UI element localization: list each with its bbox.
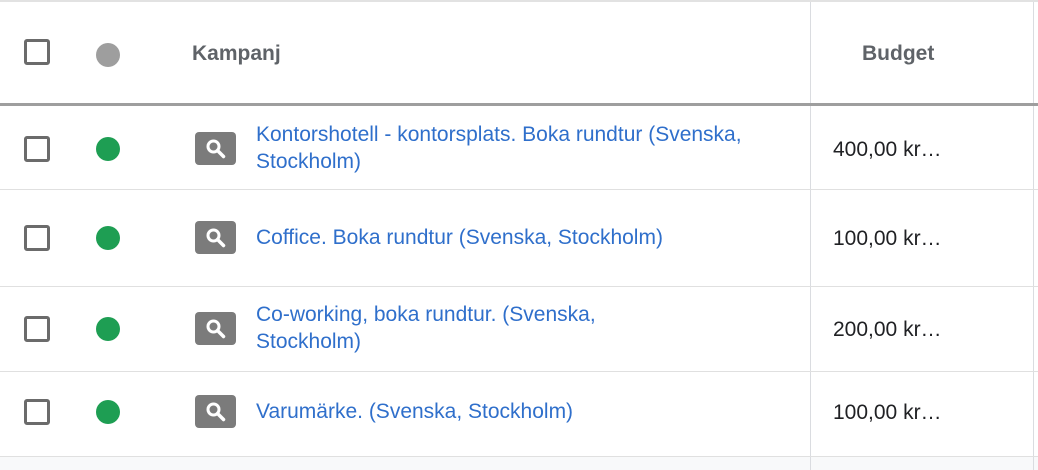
- column-header-budget[interactable]: Budget: [862, 2, 934, 106]
- search-icon: [206, 402, 226, 422]
- budget-value[interactable]: 100,00 kr…: [833, 227, 942, 251]
- column-header-campaign[interactable]: Kampanj: [192, 2, 281, 106]
- table-row: Kontorshotell - kontorsplats. Boka rundt…: [0, 106, 1038, 190]
- campaign-name-link[interactable]: Coffice. Boka rundtur (Svenska, Stockhol…: [256, 224, 776, 251]
- campaign-name-link[interactable]: Varumärke. (Svenska, Stockholm): [256, 398, 776, 425]
- table-row: Co-working, boka rundtur. (Svenska, Stoc…: [0, 287, 1038, 372]
- search-campaign-type-icon: [195, 312, 236, 345]
- column-divider: [1033, 106, 1034, 189]
- status-enabled-icon[interactable]: [96, 317, 120, 341]
- column-divider: [1033, 372, 1034, 456]
- campaign-name-link[interactable]: Co-working, boka rundtur. (Svenska, Stoc…: [256, 301, 676, 355]
- select-all-checkbox[interactable]: [24, 39, 50, 65]
- status-enabled-icon[interactable]: [96, 226, 120, 250]
- row-checkbox[interactable]: [24, 136, 50, 162]
- row-checkbox[interactable]: [24, 225, 50, 251]
- budget-value[interactable]: 100,00 kr…: [833, 401, 942, 425]
- campaign-name-link[interactable]: Kontorshotell - kontorsplats. Boka rundt…: [256, 121, 776, 175]
- column-divider: [810, 190, 811, 286]
- row-checkbox[interactable]: [24, 399, 50, 425]
- column-divider: [1033, 190, 1034, 286]
- column-divider: [810, 457, 811, 470]
- column-divider: [1033, 287, 1034, 371]
- status-enabled-icon[interactable]: [96, 400, 120, 424]
- budget-value[interactable]: 400,00 kr…: [833, 138, 942, 162]
- column-divider: [1033, 457, 1034, 470]
- row-checkbox[interactable]: [24, 316, 50, 342]
- column-divider: [810, 372, 811, 456]
- table-row: Coffice. Boka rundtur (Svenska, Stockhol…: [0, 190, 1038, 287]
- table-footer-row: [0, 457, 1038, 470]
- search-icon: [206, 139, 226, 159]
- table-row: Varumärke. (Svenska, Stockholm) 100,00 k…: [0, 372, 1038, 457]
- status-enabled-icon[interactable]: [96, 137, 120, 161]
- search-icon: [206, 319, 226, 339]
- search-campaign-type-icon: [195, 132, 236, 165]
- column-divider: [810, 287, 811, 371]
- budget-value[interactable]: 200,00 kr…: [833, 318, 942, 342]
- column-divider: [810, 106, 811, 189]
- search-icon: [206, 228, 226, 248]
- column-divider: [810, 2, 811, 103]
- search-campaign-type-icon: [195, 221, 236, 254]
- table-header-row: Kampanj Budget: [0, 2, 1038, 106]
- search-campaign-type-icon: [195, 395, 236, 428]
- status-header-icon[interactable]: [96, 43, 120, 67]
- campaign-table: Kampanj Budget Kontorshotell - kontorspl…: [0, 0, 1038, 470]
- column-divider: [1033, 2, 1034, 103]
